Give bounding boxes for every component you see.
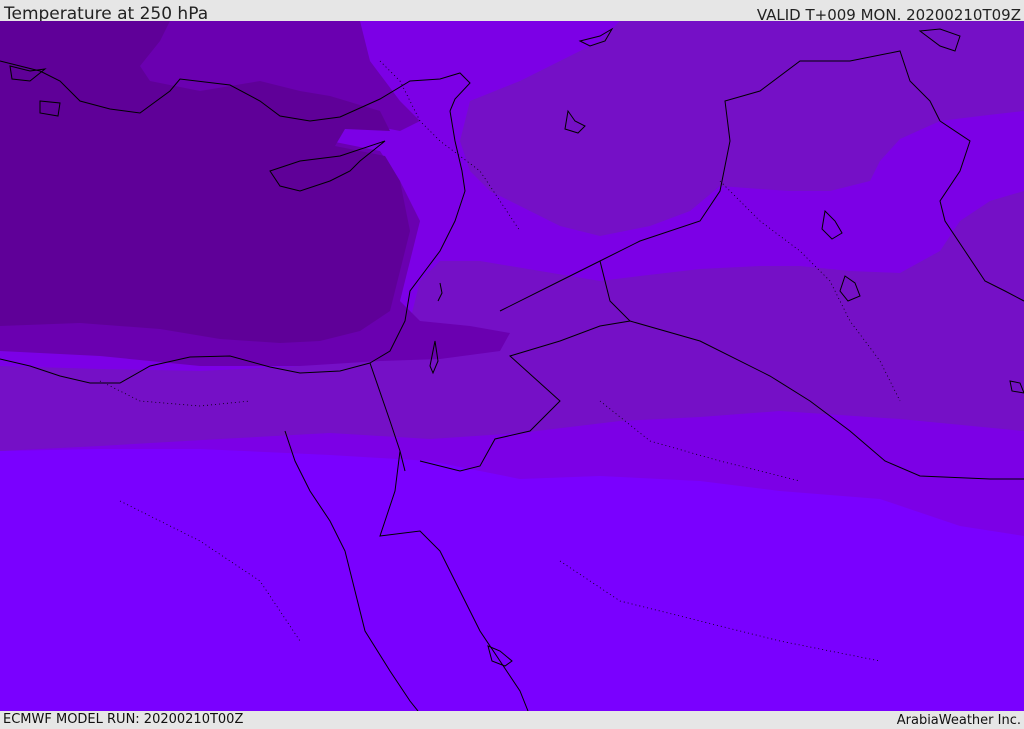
- map-viewer: Temperature at 250 hPa VALID T+009 MON. …: [0, 0, 1024, 729]
- credit: ArabiaWeather Inc.: [896, 713, 1021, 728]
- header-bar: Temperature at 250 hPa VALID T+009 MON. …: [0, 0, 1024, 24]
- temperature-map: [0, 21, 1024, 711]
- footer-bar: ECMWF MODEL RUN: 20200210T00Z ArabiaWeat…: [0, 711, 1024, 729]
- model-run: ECMWF MODEL RUN: 20200210T00Z: [3, 712, 244, 727]
- map-area[interactable]: [0, 21, 1024, 711]
